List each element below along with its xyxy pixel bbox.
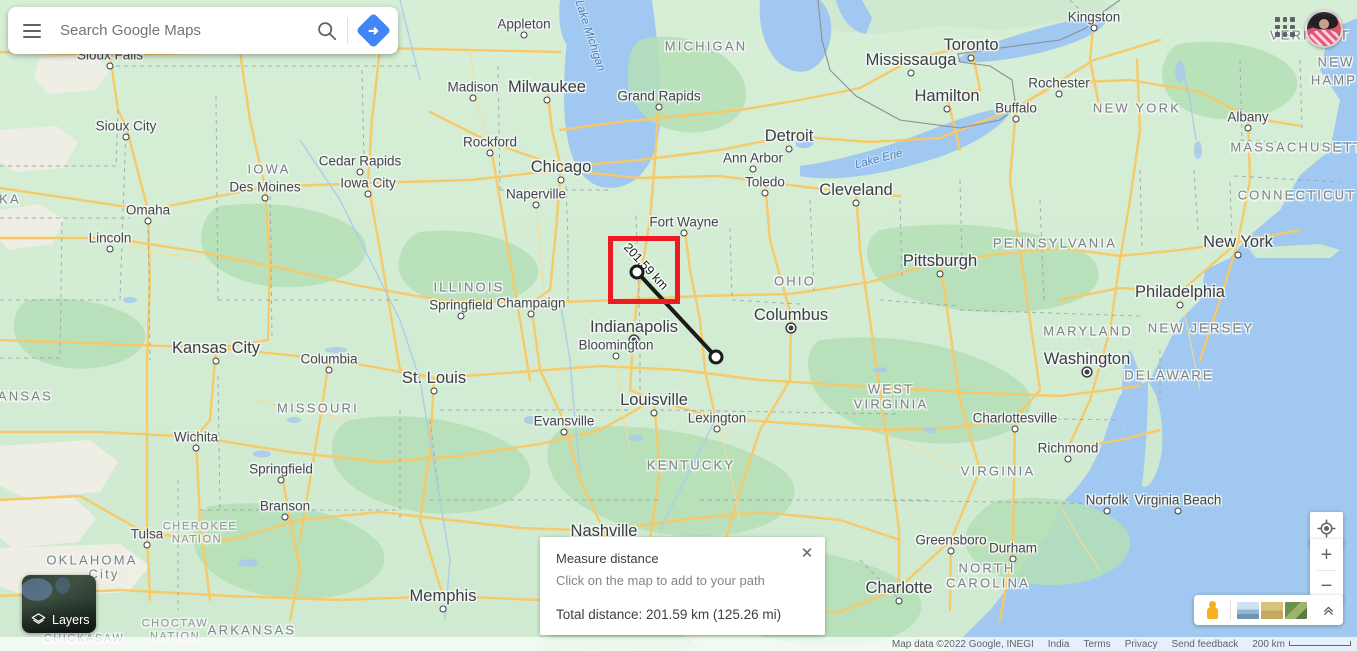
- highlight-annotation-box: [608, 236, 680, 304]
- avatar-body: [1309, 29, 1339, 46]
- measure-panel-subtitle: Click on the map to add to your path: [556, 573, 765, 588]
- chevron-up-double-icon: [1323, 606, 1333, 615]
- search-icon[interactable]: [305, 7, 347, 54]
- directions-button[interactable]: ➜: [348, 7, 398, 54]
- map-type-default-thumb[interactable]: [1237, 601, 1259, 619]
- pegman-body: [1206, 607, 1218, 619]
- scale-label: 200 km: [1252, 638, 1285, 650]
- grid-dot: [1275, 17, 1280, 22]
- directions-icon: ➜: [355, 12, 391, 49]
- measure-distance-panel: ✕ Measure distance Click on the map to a…: [540, 537, 825, 635]
- hamburger-menu-icon[interactable]: [8, 7, 56, 54]
- measure-panel-title: Measure distance: [556, 551, 659, 566]
- pegman-icon: [1206, 601, 1218, 619]
- grid-dot: [1275, 24, 1280, 30]
- search-bar: ➜: [8, 7, 398, 54]
- google-maps-app: Chicago Milwaukee Detroit Toronto Cleveland I…: [0, 0, 1357, 651]
- grid-dot: [1275, 32, 1280, 37]
- grid-dot: [1282, 24, 1288, 30]
- menu-line: [23, 23, 41, 26]
- grid-dot: [1290, 24, 1295, 30]
- copyright-text: Map data ©2022 Google, INEGI: [891, 638, 1034, 650]
- search-input[interactable]: [56, 22, 305, 39]
- my-location-icon: [1317, 519, 1336, 538]
- map-type-satellite-thumb[interactable]: [1285, 601, 1307, 619]
- grid-dot: [1290, 32, 1295, 37]
- expand-chevron-icon[interactable]: [1313, 595, 1343, 625]
- attribution-link-india[interactable]: India: [1048, 639, 1070, 650]
- directions-arrow: ➜: [367, 23, 379, 38]
- map-type-terrain-thumb[interactable]: [1261, 601, 1283, 619]
- zoom-in-button[interactable]: +: [1310, 540, 1343, 570]
- google-apps-grid-icon[interactable]: [1275, 17, 1295, 37]
- attribution-link-terms[interactable]: Terms: [1083, 639, 1110, 650]
- street-view-pegman[interactable]: [1194, 595, 1230, 625]
- measure-total-distance: Total distance: 201.59 km (125.26 mi): [556, 607, 782, 622]
- avatar[interactable]: [1305, 10, 1343, 48]
- attribution-link-privacy[interactable]: Privacy: [1125, 639, 1158, 650]
- menu-line: [23, 29, 41, 32]
- map-type-thumbnails: [1231, 601, 1313, 619]
- scale-line: [1289, 640, 1351, 646]
- map-mode-bar: [1194, 595, 1343, 625]
- layers-diamond-icon: [31, 612, 46, 627]
- layers-label: Layers: [52, 612, 90, 627]
- layers-row: Layers: [22, 612, 96, 627]
- menu-line: [23, 35, 41, 38]
- grid-dot: [1282, 32, 1288, 37]
- grid-dot: [1290, 17, 1295, 22]
- close-icon[interactable]: ✕: [795, 541, 819, 565]
- grid-dot: [1282, 17, 1288, 22]
- layers-button[interactable]: Layers: [22, 575, 96, 633]
- attribution-link-send-feedback[interactable]: Send feedback: [1171, 639, 1238, 650]
- attribution-bar: Map data ©2022 Google, INEGI India Terms…: [0, 637, 1357, 651]
- scale-bar: 200 km: [1252, 639, 1351, 650]
- zoom-controls: + −: [1310, 539, 1343, 601]
